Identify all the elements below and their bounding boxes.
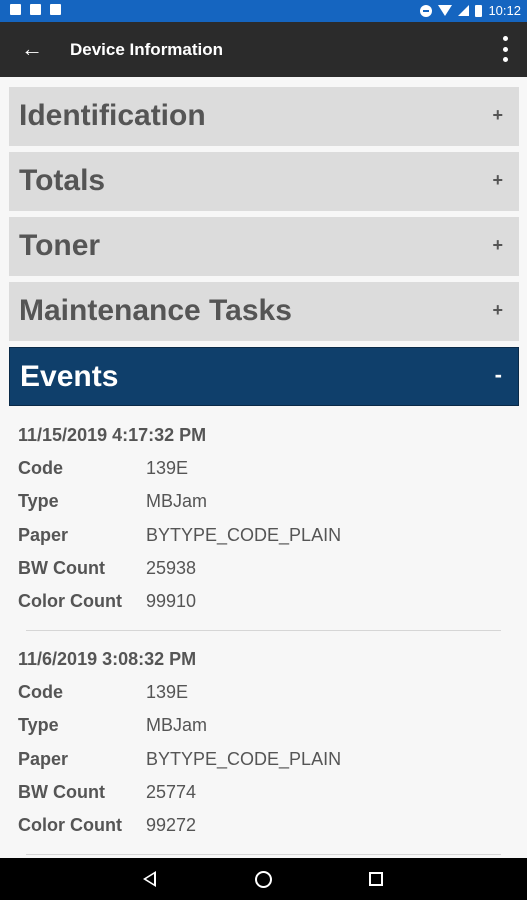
battery-icon — [475, 4, 483, 17]
event-row-code: Code 139E — [18, 458, 189, 478]
event-row-bw-count: BW Count 25774 — [18, 782, 197, 802]
notification-icon — [50, 4, 61, 15]
content-area: Identification + Totals + Toner + Mainte… — [0, 77, 527, 858]
section-label: Identification — [19, 99, 206, 132]
dnd-icon — [420, 4, 433, 17]
status-bar: 10:12 — [0, 0, 527, 22]
event-row-color-count: Color Count 99272 — [18, 815, 197, 835]
event-date: 11/15/2019 4:17:32 PM — [18, 425, 207, 445]
expand-icon: + — [492, 235, 503, 255]
section-label: Toner — [19, 229, 101, 262]
event-row-type: Type MBJam — [18, 491, 208, 511]
arrow-left-icon[interactable]: ← — [20, 37, 44, 61]
signal-icon — [458, 5, 470, 16]
nav-back-icon[interactable] — [143, 871, 156, 887]
event-row-bw-count: BW Count 25938 — [18, 558, 197, 578]
section-label: Events — [20, 360, 119, 393]
event-date: 11/6/2019 3:08:32 PM — [18, 649, 197, 669]
section-events[interactable]: Events - — [9, 347, 519, 406]
status-time: 10:12 — [488, 3, 521, 18]
collapse-icon: - — [494, 362, 502, 387]
app-bar: ← Device Information — [0, 22, 527, 77]
expand-icon: + — [492, 170, 503, 190]
event-row-color-count: Color Count 99910 — [18, 591, 197, 611]
expand-icon: + — [492, 300, 503, 320]
divider — [26, 854, 501, 855]
section-label: Maintenance Tasks — [19, 294, 292, 327]
page-title: Device Information — [70, 40, 224, 59]
gmail-icon — [10, 4, 21, 15]
section-label: Totals — [19, 164, 106, 197]
section-identification[interactable]: Identification + — [9, 87, 519, 146]
event-row-paper: Paper BYTYPE_CODE_PLAIN — [18, 749, 342, 769]
more-vert-icon[interactable] — [501, 36, 509, 62]
divider — [26, 630, 501, 631]
section-toner[interactable]: Toner + — [9, 217, 519, 276]
nav-recents-icon[interactable] — [369, 872, 383, 886]
expand-icon: + — [492, 105, 503, 125]
event-row-code: Code 139E — [18, 682, 189, 702]
event-row-paper: Paper BYTYPE_CODE_PLAIN — [18, 525, 342, 545]
event-row-type: Type MBJam — [18, 715, 208, 735]
nav-home-icon[interactable] — [255, 871, 272, 888]
section-totals[interactable]: Totals + — [9, 152, 519, 211]
image-icon — [30, 4, 41, 15]
system-nav-bar — [0, 858, 527, 900]
section-maintenance-tasks[interactable]: Maintenance Tasks + — [9, 282, 519, 341]
wifi-icon — [438, 5, 453, 16]
